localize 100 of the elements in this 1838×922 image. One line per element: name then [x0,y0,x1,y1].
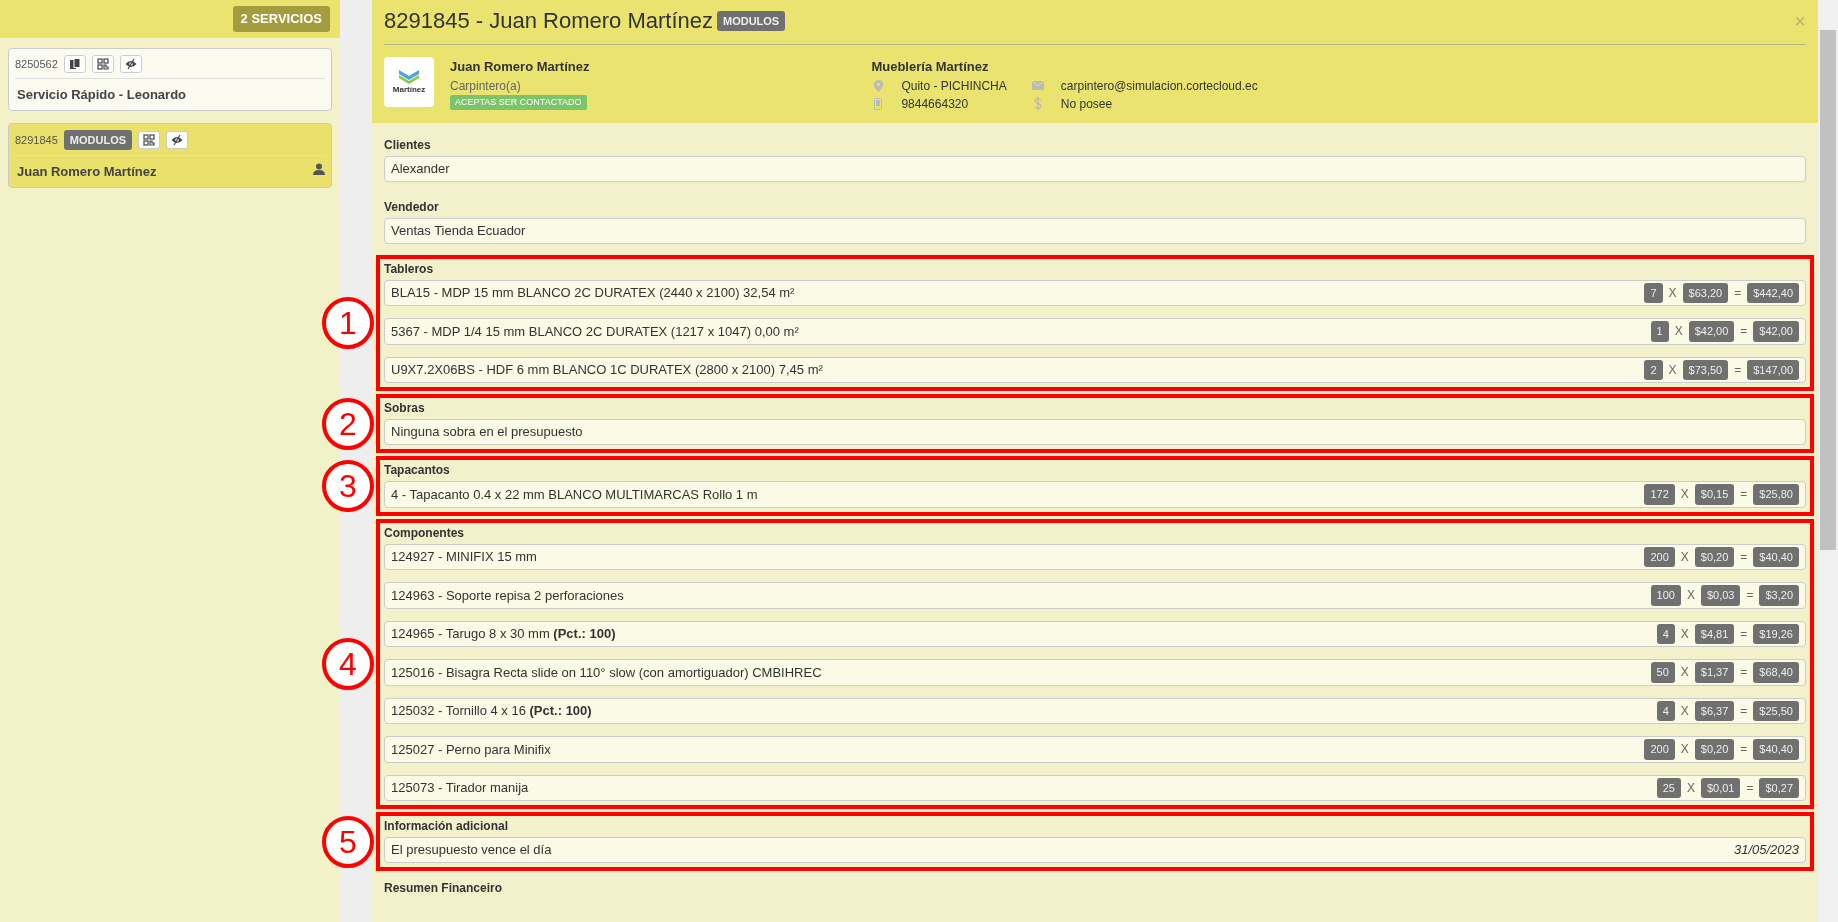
qr-code-button[interactable] [138,130,161,149]
price-badge: $1,37 [1694,662,1735,683]
equals-sign: = [1740,741,1748,759]
price-badge: $0,20 [1694,546,1735,567]
total-badge: $0,27 [1759,777,1799,798]
quantity-badge: 2 [1644,359,1663,380]
service-name: Juan Romero Martínez [16,163,158,181]
item-description: 124965 - Tarugo 8 x 30 mm (Pct.: 100) [391,625,617,643]
price-badge: $4,81 [1694,623,1735,644]
total-badge: $25,80 [1753,484,1799,505]
item-description: 125073 - Tirador manija [391,779,530,797]
quantity-badge: 100 [1650,585,1681,606]
item-description: U9X7.2X06BS - HDF 6 mm BLANCO 1C DURATEX (2800 x 2100) 7,45 m² [391,361,824,379]
item-description: 125027 - Perno para Minifix [391,740,552,759]
count-badge: 2 SERVICIOS [232,6,330,32]
total-badge: $19,26 [1753,623,1799,644]
times-sign: X [1680,486,1689,504]
total-badge: $40,40 [1753,546,1799,567]
quantity-badge: 200 [1644,739,1675,760]
service-card[interactable]: 8291845 MODULOS Juan Romero Martínez [8,122,332,188]
times-sign: X [1668,284,1677,302]
times-sign: X [1674,323,1683,341]
quantity-badge: 4 [1656,700,1675,721]
quantity-badge: 4 [1656,623,1675,644]
location-icon [873,79,883,92]
qr-code-button[interactable] [91,55,114,73]
service-number: 8250562 [15,56,58,72]
item-description: 4 - Tapacanto 0.4 x 22 mm BLANCO MULTIMARCAS Rollo 1 m [391,485,759,504]
total-badge: $68,40 [1753,662,1799,683]
service-number: 8291845 [15,132,58,148]
tag-badge: MODULOS [63,129,133,150]
section-label: Información adicional [384,818,510,835]
date-text: 31/05/2023 [1733,841,1799,860]
total-badge: $40,40 [1753,739,1799,760]
times-sign: X [1680,548,1689,566]
qr-code-icon [143,133,156,146]
equals-sign: = [1746,779,1754,797]
phone-icon [874,97,883,110]
quantity-badge: 200 [1644,546,1675,567]
person-name: Juan Romero Martínez [450,58,590,76]
item-description: BLA15 - MDP 15 mm BLANCO 2C DURATEX (2440 x 2100) 32,54 m² [391,284,796,302]
item-description: 125016 - Bisagra Recta slide on 110° slow (con amortiguador) CMBIHREC [391,663,823,682]
times-sign: X [1686,779,1695,797]
total-badge: $3,20 [1759,585,1799,606]
equals-sign: = [1740,486,1748,504]
eye-icon [171,133,184,146]
price-badge: $63,20 [1682,282,1729,303]
service-card[interactable]: 8250562 Servicio Rápido - Leonardo [8,48,332,111]
eye-button[interactable] [119,55,142,73]
price-badge: $0,01 [1700,777,1741,798]
info-text: El presupuesto vence el día [391,841,552,860]
equals-sign: = [1740,702,1748,720]
price-badge: $0,15 [1694,484,1735,505]
price-badge: $0,03 [1700,585,1741,606]
equals-sign: = [1734,284,1742,302]
service-name: Servicio Rápido - Leonardo [16,86,188,104]
section-label: Resumen Financeiro [384,880,504,897]
contact-badge: ACEPTAS SER CONTACTADO [450,94,587,110]
item-description: 5367 - MDP 1/4 15 mm BLANCO 2C DURATEX (1217 x 1047) 0,00 m² [391,322,800,341]
modal-title: 8291845 - Juan Romero Martínez [384,8,713,34]
qr-code-icon [96,58,109,70]
times-sign: X [1668,361,1677,379]
section-label: Vendedor [384,198,440,216]
times-sign: X [1680,741,1689,759]
price-badge: $73,50 [1682,359,1729,380]
section-label: Tapacantos [384,462,451,479]
documents-icon [68,58,81,70]
total-badge: $25,50 [1753,700,1799,721]
quantity-badge: 25 [1656,777,1681,798]
equals-sign: = [1740,625,1748,643]
quantity-badge: 1 [1650,321,1669,342]
phone-text: 9844664320 [901,95,969,113]
item-description: 124927 - MINIFIX 15 mm [391,548,538,566]
location-text: Quito - PICHINCHA [901,77,1007,95]
price-badge: $6,37 [1694,700,1735,721]
price-badge: $0,20 [1694,739,1735,760]
section-label: Sobras [384,400,426,417]
times-sign: X [1680,625,1689,643]
total-badge: $42,00 [1753,321,1799,342]
section-label: Componentes [384,524,465,542]
payment-text: No posee [1060,95,1113,113]
total-badge: $147,00 [1747,359,1799,380]
section-label: Clientes [384,136,432,154]
quantity-badge: 7 [1644,282,1663,303]
logo-text: Martínez [392,84,426,96]
times-sign: X [1680,664,1689,682]
company-name: Mueblería Martínez [871,58,990,76]
item-description: 125032 - Tornillo 4 x 16 (Pct.: 100) [391,702,593,720]
equals-sign: = [1746,587,1754,605]
times-sign: X [1680,702,1689,720]
email-icon [1031,81,1044,90]
logo-mark-icon [398,68,420,84]
equals-sign: = [1740,664,1748,682]
email-text: carpintero@simulacion.cortecloud.ec [1060,77,1258,95]
quantity-badge: 172 [1644,484,1675,505]
dollar-icon [1033,97,1042,110]
eye-button[interactable] [166,130,189,149]
item-description: 124963 - Soporte repisa 2 perforaciones [391,586,625,605]
person-role: Carpintero(a) [450,77,522,95]
documents-button[interactable] [63,55,86,73]
